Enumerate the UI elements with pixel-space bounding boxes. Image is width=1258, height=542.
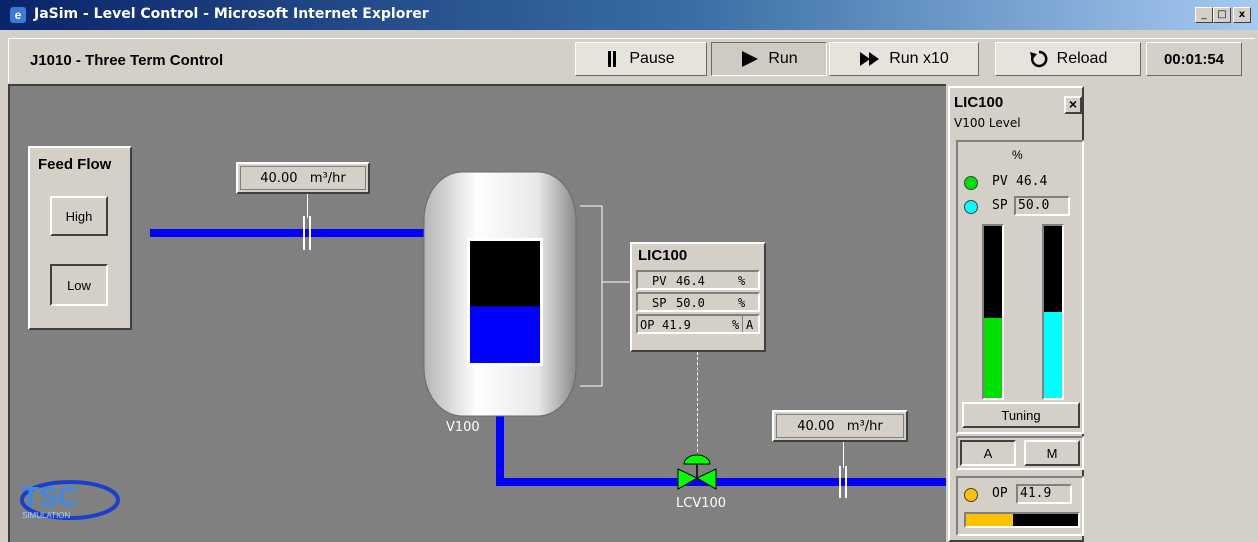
- inlet-flow-stem: [307, 194, 308, 218]
- vessel-level-fill: [470, 306, 540, 363]
- op-value: 41.9: [662, 318, 691, 332]
- vessel-tag: V100: [446, 420, 480, 435]
- faceplate-indicator-area: % PV 46.4 SP 50.0: [956, 140, 1084, 434]
- pv-lamp-icon: [964, 176, 978, 190]
- lic100-op-row: OP 41.9 % A: [636, 314, 760, 334]
- pv-label: PV: [652, 274, 667, 288]
- inlet-flow-unit: m³/hr: [309, 170, 346, 186]
- control-signal-line: [697, 352, 698, 452]
- outlet-orifice: [839, 466, 847, 498]
- feed-high-button[interactable]: High: [50, 196, 108, 236]
- inlet-pipe: [150, 229, 430, 237]
- faceplate-pv-label: PV: [992, 174, 1008, 189]
- sp-value: 50.0: [676, 296, 705, 310]
- faceplate-close-button[interactable]: ×: [1064, 96, 1082, 114]
- output-area: OP 41.9: [956, 476, 1084, 536]
- faceplate-pv-value: 46.4: [1016, 174, 1048, 189]
- reload-icon: [1029, 49, 1049, 69]
- outlet-pipe-vertical: [496, 416, 504, 486]
- minimize-button[interactable]: _: [1195, 7, 1213, 23]
- op-unit: %: [732, 318, 740, 332]
- outlet-flow-value: 40.00: [797, 418, 835, 434]
- sp-bargraph[interactable]: [1042, 224, 1064, 400]
- lic100-pv-row: PV 46.4 %: [636, 270, 760, 290]
- faceplate-description: V100 Level: [954, 116, 1021, 130]
- pv-bargraph: [982, 224, 1004, 400]
- close-button[interactable]: x: [1233, 7, 1251, 23]
- svg-text:TSC: TSC: [22, 481, 78, 512]
- pv-value: 46.4: [676, 274, 705, 288]
- vessel-v100: [423, 171, 577, 417]
- pause-button[interactable]: Pause: [575, 42, 707, 76]
- inlet-flow-indicator: 40.00 m³/hr: [236, 162, 370, 194]
- inlet-orifice: [303, 216, 311, 250]
- sp-bar-fill: [1044, 312, 1062, 398]
- pv-unit: %: [738, 274, 746, 288]
- feed-low-button[interactable]: Low: [50, 264, 108, 306]
- run-x10-button[interactable]: Run x10: [829, 42, 979, 76]
- sp-label: SP: [652, 296, 667, 310]
- outlet-pipe-horizontal: [496, 478, 946, 486]
- lic100-faceplate: LIC100 × V100 Level % PV 46.4 SP 50.0 Tu…: [948, 86, 1084, 542]
- outlet-flow-stem: [843, 442, 844, 468]
- inlet-flow-value: 40.00: [260, 170, 298, 186]
- outlet-flow-unit: m³/hr: [846, 418, 883, 434]
- simulation-title: J1010 - Three Term Control: [30, 52, 224, 69]
- run-label: Run: [768, 50, 798, 67]
- tsc-simulation-logo: TSC SIMULATION: [20, 480, 120, 520]
- feed-flow-title: Feed Flow: [38, 156, 112, 173]
- lic100-block-tag: LIC100: [638, 247, 688, 264]
- mode-indicator: A: [746, 318, 754, 332]
- run-x10-label: Run x10: [889, 50, 949, 67]
- op-label: OP: [640, 318, 655, 332]
- op-bargraph: [964, 512, 1080, 528]
- lic100-sp-row: SP 50.0 %: [636, 292, 760, 312]
- feed-flow-panel: Feed Flow High Low: [28, 146, 132, 330]
- ie-icon: e: [10, 7, 26, 23]
- window-title: JaSim - Level Control - Microsoft Intern…: [34, 6, 429, 22]
- pause-label: Pause: [629, 50, 675, 67]
- fast-forward-icon: [859, 50, 881, 68]
- faceplate-op-value: 41.9: [1016, 484, 1072, 504]
- valve-lcv100[interactable]: [674, 452, 720, 496]
- window-title-bar: e JaSim - Level Control - Microsoft Inte…: [0, 0, 1258, 30]
- tuning-button[interactable]: Tuning: [962, 402, 1080, 428]
- faceplate-op-label: OP: [992, 486, 1008, 501]
- manual-mode-button[interactable]: M: [1024, 440, 1080, 466]
- maximize-button[interactable]: □: [1213, 7, 1231, 23]
- faceplate-sp-input[interactable]: 50.0: [1014, 196, 1070, 216]
- op-lamp-icon: [964, 488, 978, 502]
- faceplate-tag: LIC100: [954, 94, 1004, 111]
- pv-bar-fill: [984, 318, 1002, 398]
- process-canvas: Feed Flow High Low 40.00 m³/hr V100 LIC1…: [8, 84, 946, 542]
- outlet-flow-indicator: 40.00 m³/hr: [772, 410, 908, 442]
- run-button[interactable]: Run: [711, 42, 827, 76]
- pause-icon: [607, 50, 621, 68]
- op-bar-fill: [966, 514, 1013, 526]
- sp-lamp-icon: [964, 200, 978, 214]
- play-icon: [740, 50, 760, 68]
- lic100-block[interactable]: LIC100 PV 46.4 % SP 50.0 % OP 41.9 % A: [630, 242, 766, 352]
- faceplate-unit: %: [1012, 148, 1023, 162]
- sp-unit: %: [738, 296, 746, 310]
- reload-label: Reload: [1056, 50, 1108, 67]
- reload-button[interactable]: Reload: [995, 42, 1141, 76]
- auto-mode-button[interactable]: A: [960, 440, 1016, 466]
- sim-clock: 00:01:54: [1146, 42, 1242, 76]
- svg-text:SIMULATION: SIMULATION: [22, 511, 71, 520]
- valve-tag: LCV100: [676, 496, 727, 511]
- faceplate-sp-label: SP: [992, 198, 1008, 213]
- side-panel-area: [1084, 86, 1258, 542]
